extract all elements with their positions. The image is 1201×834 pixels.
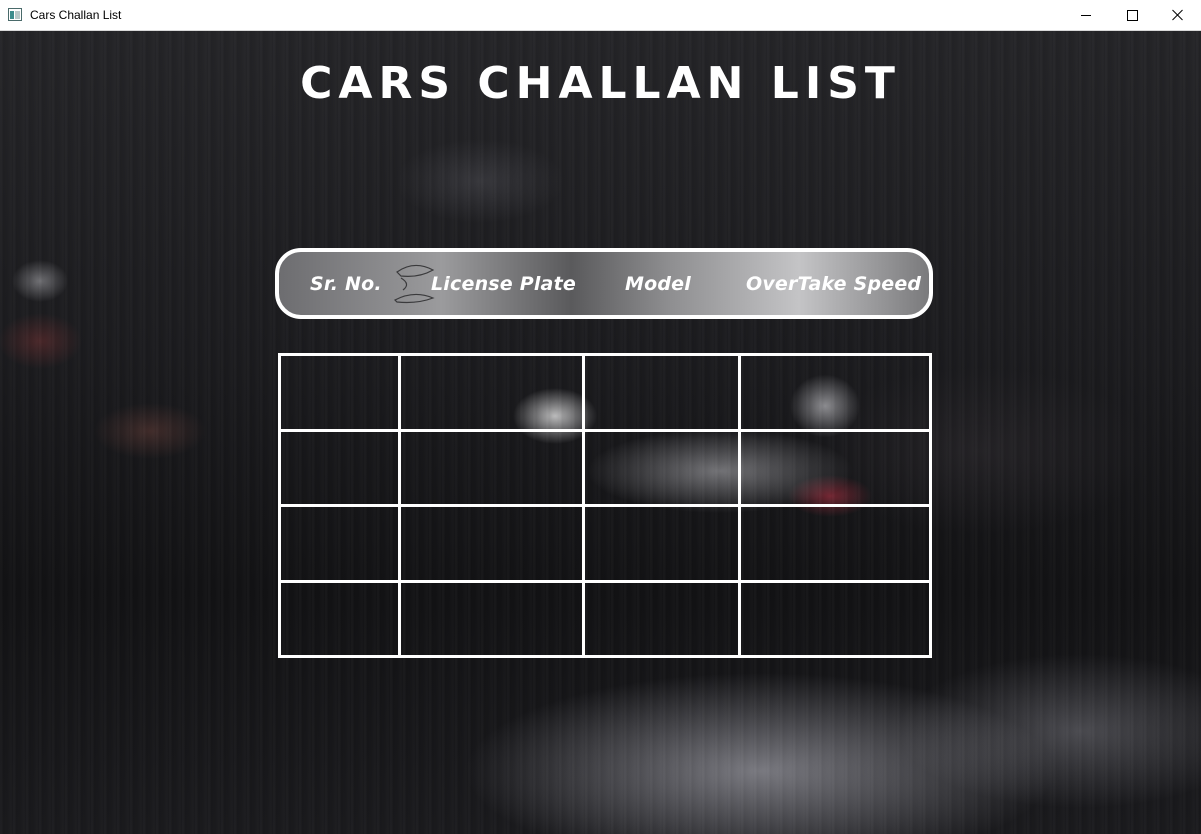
minimize-icon [1081, 15, 1091, 16]
minimize-button[interactable] [1063, 0, 1109, 31]
maximize-button[interactable] [1109, 0, 1155, 31]
table-cell [585, 507, 738, 580]
app-window-icon [8, 8, 22, 21]
column-header-license-plate: License Plate [431, 273, 576, 295]
table-cell [585, 432, 738, 504]
table-header: Sr. No. License Plate Model OverTake Spe… [275, 248, 933, 319]
table-cell [741, 583, 929, 655]
app-canvas: Cars Challan List Sr. No. License Plate … [0, 31, 1201, 834]
table-cell [401, 356, 582, 429]
close-icon [1172, 9, 1183, 21]
maximize-icon [1127, 10, 1138, 21]
page-title: Cars Challan List [300, 58, 901, 109]
table-cell [401, 507, 582, 580]
close-button[interactable] [1155, 0, 1201, 31]
table-cell [741, 356, 929, 429]
table-cell [401, 583, 582, 655]
table-cell [281, 356, 398, 429]
table-cell [401, 432, 582, 504]
window-title: Cars Challan List [30, 8, 122, 22]
column-header-overtake-speed: OverTake Speed [746, 273, 922, 295]
table-cell [741, 507, 929, 580]
challan-table-grid [278, 353, 932, 658]
table-cell [741, 432, 929, 504]
window-title-bar: Cars Challan List [0, 0, 1201, 31]
grid-line [278, 655, 932, 658]
table-cell [281, 583, 398, 655]
table-cell [585, 356, 738, 429]
table-cell [281, 507, 398, 580]
column-header-sr-no: Sr. No. [310, 273, 382, 295]
column-header-model: Model [625, 273, 691, 295]
table-cell [281, 432, 398, 504]
table-cell [585, 583, 738, 655]
